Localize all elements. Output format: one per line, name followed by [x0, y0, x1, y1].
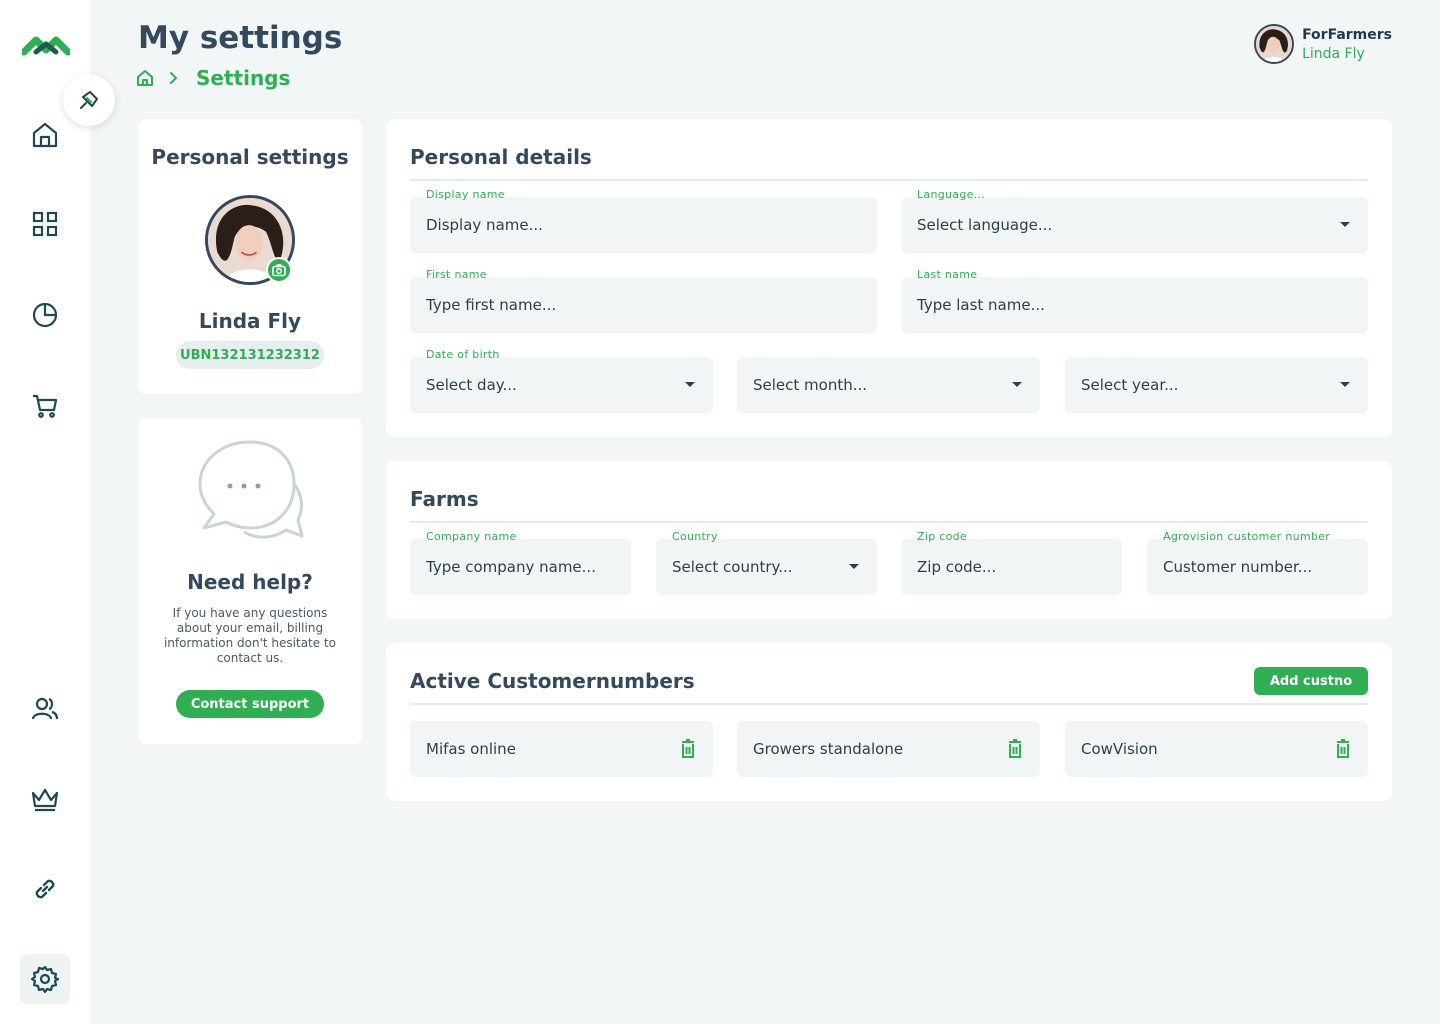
- page-title: My settings: [138, 20, 343, 56]
- dob-day-select[interactable]: Date of birth Select day...: [410, 348, 713, 413]
- sidebar-item-users[interactable]: [20, 684, 70, 734]
- field-label: Agrovision customer number: [1163, 530, 1331, 543]
- field-label: Language...: [917, 188, 986, 201]
- field-value: Select year...: [1081, 376, 1179, 394]
- divider: [410, 703, 1368, 705]
- farms-card: Farms Company name Type company name... …: [386, 461, 1392, 619]
- avatar[interactable]: [1254, 24, 1295, 64]
- caret-down-icon: [849, 564, 859, 569]
- sidebar-item-settings[interactable]: [20, 954, 70, 1004]
- chevron-right-icon: [170, 72, 178, 84]
- chat-bubbles-icon: [198, 440, 304, 539]
- caret-down-icon: [1340, 382, 1350, 387]
- trash-icon[interactable]: [679, 739, 697, 759]
- sidebar-item-shop[interactable]: [20, 380, 70, 430]
- personal-settings-title: Personal settings: [151, 145, 349, 169]
- field-value: Select country...: [672, 558, 793, 576]
- divider: [410, 521, 1368, 523]
- pin-icon: [80, 91, 98, 109]
- display-name-field[interactable]: Display name Display name...: [410, 188, 877, 253]
- company-name-field[interactable]: Company name Type company name...: [410, 530, 631, 595]
- dob-year-select[interactable]: Select year...: [1065, 357, 1368, 413]
- sidebar-item-reports[interactable]: [20, 290, 70, 340]
- pie-chart-icon: [32, 302, 58, 328]
- change-photo-button[interactable]: [266, 257, 292, 283]
- field-label: Date of birth: [426, 348, 500, 361]
- user-name: Linda Fly: [1302, 45, 1365, 62]
- field-value: Customer number...: [1163, 558, 1313, 576]
- field-value: Zip code...: [917, 558, 997, 576]
- field-value: Type last name...: [917, 296, 1045, 314]
- personal-settings-card: Personal settings Linda Fly UBN132131232…: [138, 119, 362, 394]
- sidebar-item-premium[interactable]: [20, 774, 70, 824]
- zip-code-field[interactable]: Zip code Zip code...: [901, 530, 1122, 595]
- customernumber-item: CowVision: [1065, 721, 1368, 777]
- users-icon: [31, 697, 59, 720]
- sidebar-item-home[interactable]: [20, 110, 70, 160]
- crown-icon: [31, 788, 59, 812]
- customernumbers-title: Active Customernumbers: [410, 669, 695, 693]
- farms-title: Farms: [410, 487, 479, 511]
- customernumber-label: Mifas online: [426, 740, 516, 758]
- customernumber-item: Growers standalone: [737, 721, 1040, 777]
- first-name-field[interactable]: First name Type first name...: [410, 268, 877, 333]
- customernumbers-card: Active Customernumbers Add custno Mifas …: [386, 643, 1392, 801]
- field-value: Select day...: [426, 376, 517, 394]
- link-icon: [35, 879, 55, 899]
- last-name-field[interactable]: Last name Type last name...: [901, 268, 1368, 333]
- dob-month-select[interactable]: Select month...: [737, 357, 1040, 413]
- avatar-photo: [1256, 26, 1293, 62]
- home-icon[interactable]: [136, 69, 154, 87]
- field-value: Type first name...: [426, 296, 557, 314]
- user-menu[interactable]: ForFarmers Linda Fly: [1254, 24, 1392, 64]
- home-icon: [32, 122, 58, 148]
- field-label: Zip code: [917, 530, 967, 543]
- agrovision-number-field[interactable]: Agrovision customer number Customer numb…: [1147, 530, 1368, 595]
- help-text: If you have any questions about your ema…: [163, 606, 337, 665]
- help-title: Need help?: [187, 570, 313, 594]
- field-label: Country: [672, 530, 718, 543]
- ubn-badge: UBN132131232312: [176, 341, 324, 369]
- gear-icon: [30, 965, 60, 994]
- field-label: Company name: [426, 530, 517, 543]
- trash-icon[interactable]: [1334, 739, 1352, 759]
- divider: [410, 179, 1368, 181]
- sidebar-item-dashboard[interactable]: [20, 199, 70, 249]
- help-card: Need help? If you have any questions abo…: [138, 418, 362, 744]
- trash-icon[interactable]: [1006, 739, 1024, 759]
- add-custno-button[interactable]: Add custno: [1254, 667, 1368, 695]
- breadcrumb: Settings: [136, 66, 290, 90]
- caret-down-icon: [1340, 222, 1350, 227]
- caret-down-icon: [685, 382, 695, 387]
- forfarmers-logo[interactable]: [22, 30, 70, 60]
- customernumber-item: Mifas online: [410, 721, 713, 777]
- personal-details-card: Personal details Display name Display na…: [386, 119, 1392, 437]
- country-select[interactable]: Country Select country...: [656, 530, 877, 595]
- field-label: First name: [426, 268, 487, 281]
- pin-sidebar-button[interactable]: [63, 74, 115, 126]
- profile-name: Linda Fly: [198, 309, 302, 333]
- sidebar-item-links[interactable]: [20, 864, 70, 914]
- customernumber-label: CowVision: [1081, 740, 1158, 758]
- field-value: Select month...: [753, 376, 868, 394]
- field-value: Display name...: [426, 216, 543, 234]
- grid-icon: [32, 211, 58, 237]
- field-value: Select language...: [917, 216, 1053, 234]
- cart-icon: [33, 394, 58, 418]
- camera-icon: [272, 264, 286, 277]
- field-label: Display name: [426, 188, 505, 201]
- sidebar: [0, 0, 90, 1024]
- field-label: Last name: [917, 268, 978, 281]
- customernumber-label: Growers standalone: [753, 740, 904, 758]
- breadcrumb-current: Settings: [196, 66, 291, 90]
- language-select[interactable]: Language... Select language...: [901, 188, 1368, 253]
- personal-details-title: Personal details: [410, 145, 592, 169]
- contact-support-button[interactable]: Contact support: [176, 690, 324, 718]
- user-organization: ForFarmers: [1302, 26, 1392, 43]
- field-value: Type company name...: [426, 558, 596, 576]
- caret-down-icon: [1012, 382, 1022, 387]
